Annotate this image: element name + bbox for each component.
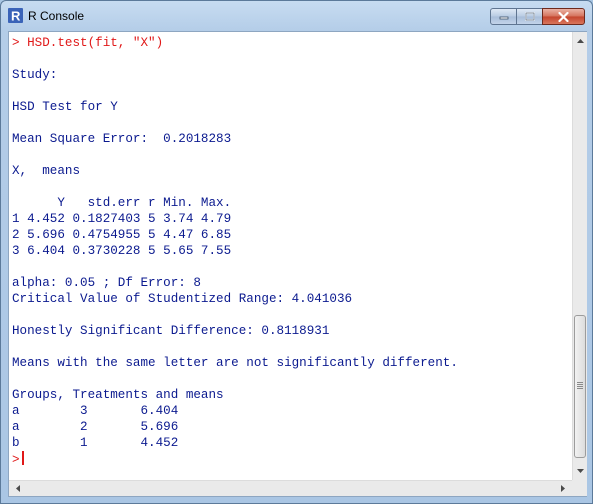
maximize-icon xyxy=(524,12,535,21)
input-prompt[interactable]: > xyxy=(12,451,458,467)
output-line: 2 5.696 0.4754955 5 4.47 6.85 xyxy=(12,228,232,242)
output-line: X, means xyxy=(12,164,81,178)
output-line: alpha: 0.05 ; Df Error: 8 xyxy=(12,276,201,290)
prompt-symbol: > xyxy=(12,453,20,467)
close-button[interactable] xyxy=(542,8,585,25)
scroll-down-button[interactable] xyxy=(573,462,587,479)
output-line: Means with the same letter are not signi… xyxy=(12,356,458,370)
output-line: Study: xyxy=(12,68,58,82)
output-line: a 2 5.696 xyxy=(12,420,179,434)
title-bar[interactable]: R R Console xyxy=(1,1,592,31)
output-line: Mean Square Error: 0.2018283 xyxy=(12,132,232,146)
output-line: 3 6.404 0.3730228 5 5.65 7.55 xyxy=(12,244,232,258)
scroll-left-button[interactable] xyxy=(9,481,26,496)
text-caret xyxy=(21,451,24,465)
scroll-up-button[interactable] xyxy=(573,32,587,49)
r-console-window: R R Console > HSD.test(fit, "X") Study: HS… xyxy=(0,0,593,504)
scroll-right-button[interactable] xyxy=(554,481,571,496)
output-line: HSD Test for Y xyxy=(12,100,118,114)
chevron-right-icon xyxy=(560,485,565,492)
command-line: > HSD.test(fit, "X") xyxy=(12,36,164,50)
close-icon xyxy=(558,11,569,22)
output-line: a 3 6.404 xyxy=(12,404,179,418)
vertical-scroll-thumb[interactable] xyxy=(574,315,586,458)
grip-line xyxy=(577,386,583,387)
chevron-left-icon xyxy=(15,485,20,492)
output-line: Y std.err r Min. Max. xyxy=(12,196,232,210)
grip-line xyxy=(577,388,583,389)
grip-line xyxy=(577,384,583,385)
chevron-up-icon xyxy=(576,38,584,43)
chevron-down-icon xyxy=(576,468,584,473)
output-line: Groups, Treatments and means xyxy=(12,388,224,402)
r-logo-icon: R xyxy=(8,8,23,23)
minimize-button[interactable] xyxy=(490,8,517,25)
minimize-icon xyxy=(499,16,508,19)
console-output[interactable]: > HSD.test(fit, "X") Study: HSD Test for Y… xyxy=(9,32,572,480)
grip-line xyxy=(577,382,583,383)
window-title: R Console xyxy=(28,9,85,23)
svg-text:R: R xyxy=(11,9,21,24)
console-lines: > HSD.test(fit, "X") Study: HSD Test for Y… xyxy=(12,35,458,467)
console-pane: > HSD.test(fit, "X") Study: HSD Test for Y… xyxy=(8,31,587,497)
output-line: b 1 4.452 xyxy=(12,436,179,450)
output-line: 1 4.452 0.1827403 5 3.74 4.79 xyxy=(12,212,232,226)
maximize-button[interactable] xyxy=(516,8,543,25)
scrollbar-corner xyxy=(572,480,587,496)
output-line: Critical Value of Studentized Range: 4.0… xyxy=(12,292,353,306)
vertical-scrollbar[interactable] xyxy=(572,32,587,480)
horizontal-scrollbar[interactable] xyxy=(9,480,572,496)
output-line: Honestly Significant Difference: 0.81189… xyxy=(12,324,330,338)
